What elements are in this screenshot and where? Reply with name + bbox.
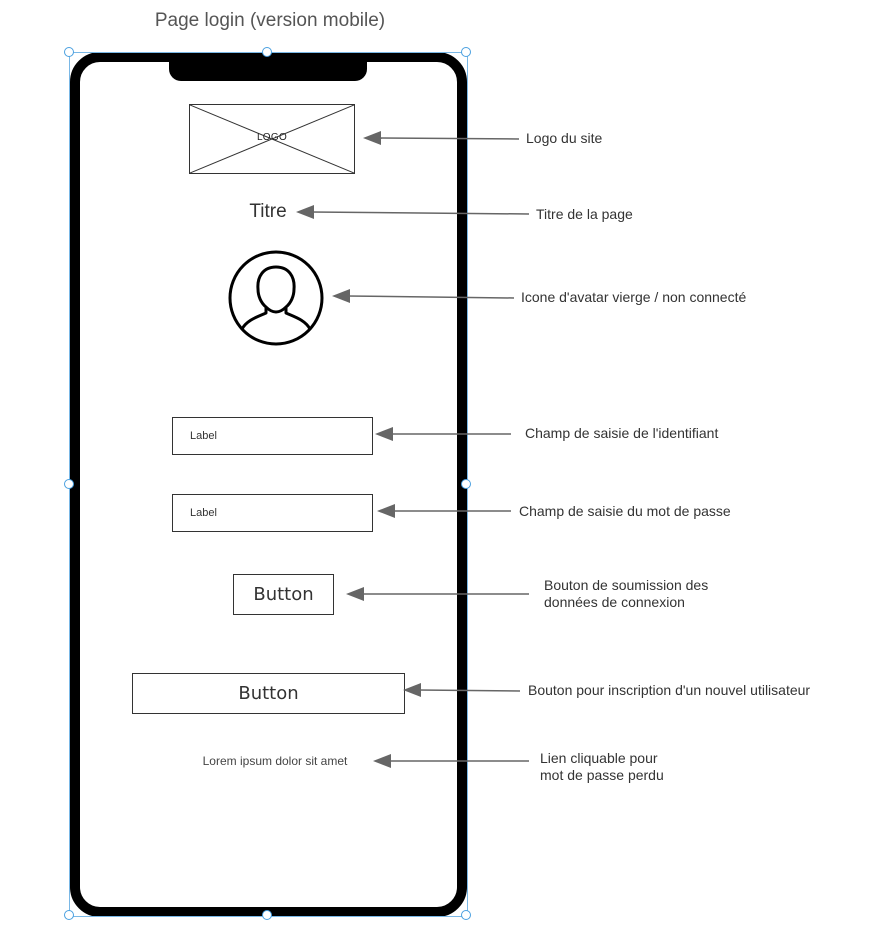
annotation-forgot: Lien cliquable pour mot de passe perdu [540,750,664,784]
annotation-password-field: Champ de saisie du mot de passe [519,503,731,519]
annotation-logo: Logo du site [526,130,603,146]
annotation-submit: Bouton de soumission des données de conn… [544,577,708,611]
logo-text: LOGO [256,132,288,143]
annotation-register: Bouton pour inscription d'un nouvel util… [528,682,811,698]
selection-handle[interactable] [461,479,471,489]
selection-handle[interactable] [64,910,74,920]
logo-placeholder: LOGO [189,104,355,174]
selection-handle[interactable] [461,910,471,920]
password-field[interactable]: Label [172,494,373,532]
password-field-label: Label [190,507,217,519]
annotation-heading: Titre de la page [536,206,633,222]
login-field[interactable]: Label [172,417,373,455]
annotation-login-field: Champ de saisie de l'identifiant [525,425,719,441]
annotation-forgot-line1: Lien cliquable pour [540,750,658,766]
annotation-submit-line1: Bouton de soumission des [544,577,709,593]
annotation-avatar: Icone d'avatar vierge / non connecté [521,289,747,305]
submit-button[interactable]: Button [233,574,334,615]
login-field-label: Label [190,430,217,442]
annotation-submit-line2: données de connexion [544,594,685,610]
page-heading: Titre [249,201,287,222]
selection-handle[interactable] [64,479,74,489]
register-button[interactable]: Button [132,673,405,714]
diagram-title: Page login (version mobile) [154,10,386,31]
selection-handle[interactable] [262,47,272,57]
selection-handle[interactable] [262,910,272,920]
selection-handle[interactable] [64,47,74,57]
avatar-icon [227,249,325,352]
phone-frame [70,52,467,917]
forgot-password-link[interactable]: Lorem ipsum dolor sit amet [175,754,375,768]
selection-handle[interactable] [461,47,471,57]
annotation-forgot-line2: mot de passe perdu [540,767,664,783]
